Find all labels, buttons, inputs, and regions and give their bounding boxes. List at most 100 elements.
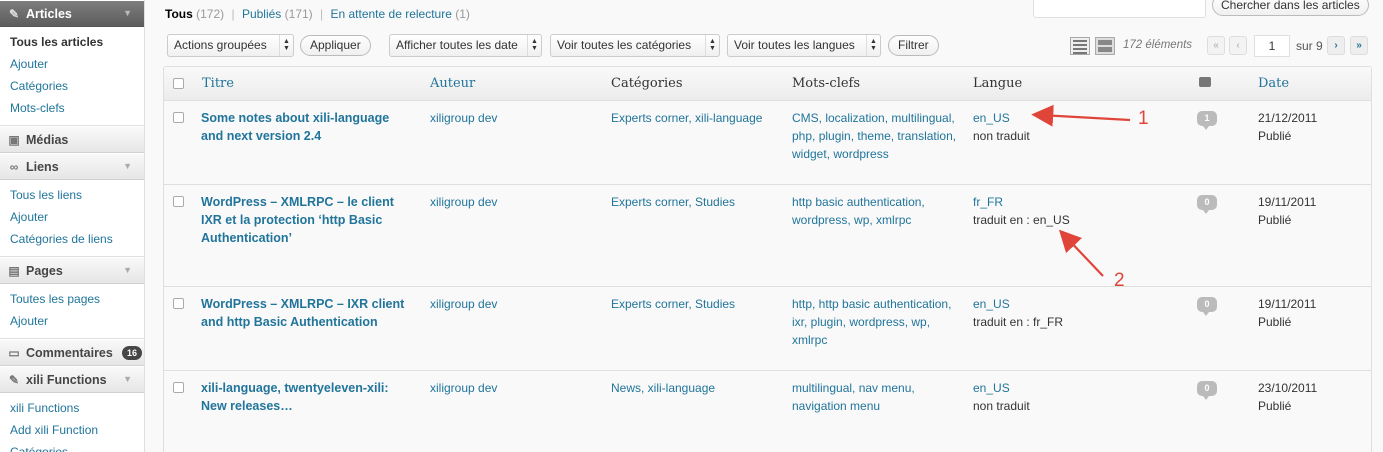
total-pages: sur 9: [1296, 39, 1323, 53]
sidebar-item-all-articles[interactable]: Tous les articles: [0, 31, 144, 53]
sidebar-item-add-link[interactable]: Ajouter: [0, 206, 144, 228]
column-date[interactable]: Date: [1258, 76, 1289, 91]
bulk-actions-select[interactable]: Actions groupées ▲ ▼: [167, 34, 294, 57]
sidebar-item-categories[interactable]: Catégories: [0, 75, 144, 97]
sidebar-item-link-categories[interactable]: Catégories de liens: [0, 228, 144, 250]
chevron-down-icon[interactable]: ▼: [123, 8, 132, 18]
post-author[interactable]: xiligroup dev: [430, 295, 497, 313]
post-tags[interactable]: http, http basic authentication, ixr, pl…: [792, 295, 951, 349]
comment-count-bubble[interactable]: 0: [1197, 381, 1217, 400]
row-checkbox[interactable]: [173, 112, 184, 123]
list-view-icon[interactable]: [1070, 37, 1090, 55]
excerpt-view-icon[interactable]: [1095, 37, 1115, 55]
pages-icon: ▤: [8, 263, 20, 278]
prev-page-button[interactable]: ‹: [1229, 36, 1247, 55]
menu-liens-label: Liens: [26, 159, 59, 174]
menu-articles-label: Articles: [26, 6, 72, 21]
menu-articles[interactable]: ✎ Articles ▼: [0, 0, 144, 27]
menu-liens[interactable]: ∞ Liens ▼: [0, 153, 144, 180]
sidebar-item-add-page[interactable]: Ajouter: [0, 310, 144, 332]
post-title-line: WordPress – XMLRPC – le client: [201, 195, 394, 209]
submenu-liens: Tous les liens Ajouter Catégories de lie…: [0, 180, 144, 257]
language-filter-select[interactable]: Voir toutes les langues ▲ ▼: [727, 34, 881, 57]
post-title[interactable]: WordPress – XMLRPC – IXR client and http…: [201, 295, 416, 331]
post-categories[interactable]: Experts corner, Studies: [611, 295, 735, 313]
post-categories[interactable]: Experts corner, xili-language: [611, 109, 762, 127]
post-tags[interactable]: multilingual, nav menu, navigation menu: [792, 379, 915, 415]
pushpin-icon: ✎: [8, 372, 20, 387]
category-filter-select[interactable]: Voir toutes les catégories ▲ ▼: [550, 34, 720, 57]
table-row: WordPress – XMLRPC – le client IXR et la…: [164, 185, 1371, 287]
comment-count-bubble[interactable]: 1: [1197, 111, 1217, 130]
sidebar-item-all-pages[interactable]: Toutes les pages: [0, 288, 144, 310]
filter-all[interactable]: Tous: [165, 7, 193, 21]
column-author[interactable]: Auteur: [430, 76, 475, 91]
search-input[interactable]: [1033, 0, 1206, 18]
post-date: 21/12/2011 Publié: [1258, 109, 1317, 145]
filter-published[interactable]: Publiés: [242, 7, 281, 21]
post-status: Publié: [1258, 315, 1292, 329]
post-language: en_US non traduit: [973, 379, 1030, 415]
row-checkbox[interactable]: [173, 382, 184, 393]
row-checkbox[interactable]: [173, 196, 184, 207]
sidebar-item-add-xili-function[interactable]: Add xili Function: [0, 419, 144, 441]
post-title-line: Some notes about xili-language: [201, 111, 390, 125]
post-tags-line: widget, wordpress: [792, 147, 889, 161]
language-filter-value: Voir toutes les langues: [734, 38, 855, 52]
row-checkbox[interactable]: [173, 298, 184, 309]
language-code-link[interactable]: en_US: [973, 109, 1030, 127]
post-categories[interactable]: Experts corner, Studies: [611, 193, 735, 211]
post-status: Publié: [1258, 399, 1292, 413]
filter-pending[interactable]: En attente de relecture: [330, 7, 451, 21]
chevron-down-icon[interactable]: ▼: [123, 265, 132, 275]
post-title-line: and http Basic Authentication: [201, 315, 378, 329]
post-language: en_US non traduit: [973, 109, 1030, 145]
menu-xili-label: xili Functions: [26, 372, 107, 387]
filter-all-count: (172): [196, 7, 225, 21]
filter-button[interactable]: Filtrer: [888, 35, 939, 56]
post-author[interactable]: xiligroup dev: [430, 109, 497, 127]
language-code-link[interactable]: en_US: [973, 379, 1030, 397]
last-page-button[interactable]: »: [1350, 36, 1368, 55]
post-title-line: New releases…: [201, 399, 293, 413]
apply-button[interactable]: Appliquer: [300, 35, 371, 56]
post-categories[interactable]: News, xili-language: [611, 379, 715, 397]
post-author[interactable]: xiligroup dev: [430, 379, 497, 397]
post-tags-line: wordpress, wp, xmlrpc: [792, 213, 912, 227]
chevron-down-icon[interactable]: ▼: [123, 161, 132, 171]
current-page-input[interactable]: 1: [1254, 35, 1290, 57]
menu-commentaires-label: Commentaires: [26, 345, 113, 360]
comment-count-bubble[interactable]: 0: [1197, 195, 1217, 214]
menu-xili-functions[interactable]: ✎ xili Functions ▼: [0, 366, 144, 393]
sidebar-item-xili-categories[interactable]: Catégories: [0, 441, 144, 452]
submenu-articles: Tous les articles Ajouter Catégories Mot…: [0, 27, 144, 126]
post-title[interactable]: WordPress – XMLRPC – le client IXR et la…: [201, 193, 416, 247]
post-title[interactable]: Some notes about xili-language and next …: [201, 109, 416, 145]
language-code-link[interactable]: en_US: [973, 295, 1063, 313]
comment-count-bubble[interactable]: 0: [1197, 297, 1217, 316]
post-tags[interactable]: http basic authentication, wordpress, wp…: [792, 193, 925, 229]
date-filter-select[interactable]: Afficher toutes les date ▲ ▼: [389, 34, 542, 57]
next-page-button[interactable]: ›: [1327, 36, 1345, 55]
column-title[interactable]: Titre: [202, 76, 234, 91]
post-title[interactable]: xili-language, twentyeleven-xili: New re…: [201, 379, 416, 415]
pushpin-icon: ✎: [8, 6, 20, 21]
annotation-number-1: 1: [1138, 108, 1149, 129]
post-title-line: and next version 2.4: [201, 129, 322, 143]
select-all-checkbox[interactable]: [173, 78, 184, 89]
post-tags[interactable]: CMS, localization, multilingual, php, pl…: [792, 109, 956, 163]
post-author[interactable]: xiligroup dev: [430, 193, 497, 211]
sidebar-item-tags[interactable]: Mots-clefs: [0, 97, 144, 119]
sidebar-item-all-links[interactable]: Tous les liens: [0, 184, 144, 206]
translation-status: traduit en : en_US: [973, 213, 1070, 227]
filter-pending-count: (1): [455, 7, 470, 21]
chevron-down-icon[interactable]: ▼: [123, 374, 132, 384]
sidebar-item-add-article[interactable]: Ajouter: [0, 53, 144, 75]
sidebar-item-xili-functions[interactable]: xili Functions: [0, 397, 144, 419]
menu-medias[interactable]: ▣ Médias: [0, 126, 144, 153]
menu-commentaires[interactable]: ▭ Commentaires 16: [0, 339, 144, 366]
language-code-link[interactable]: fr_FR: [973, 193, 1070, 211]
first-page-button[interactable]: «: [1207, 36, 1225, 55]
search-button[interactable]: Chercher dans les articles: [1212, 0, 1369, 16]
menu-pages[interactable]: ▤ Pages ▼: [0, 257, 144, 284]
